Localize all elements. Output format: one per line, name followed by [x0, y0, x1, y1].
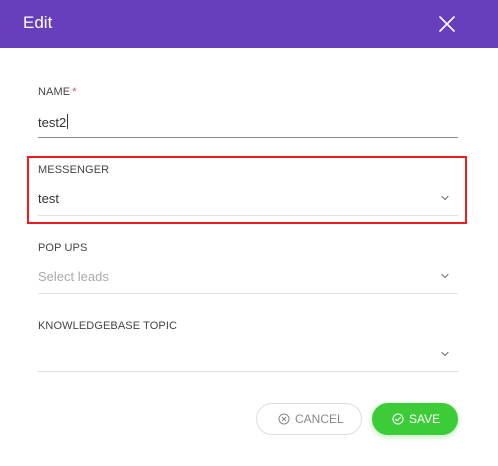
- close-icon: [436, 13, 458, 35]
- name-value-text: test2: [38, 115, 67, 130]
- check-circle-icon: [392, 413, 404, 425]
- name-label: NAME *: [38, 85, 77, 99]
- popups-placeholder: Select leads: [38, 269, 109, 284]
- popups-label: POP UPS: [38, 242, 88, 254]
- cancel-button[interactable]: CANCEL: [256, 403, 362, 435]
- name-input[interactable]: test2: [38, 107, 458, 138]
- name-input-value: test2: [38, 114, 69, 131]
- text-cursor: [67, 114, 69, 129]
- chevron-down-icon: [441, 273, 449, 279]
- popups-select[interactable]: Select leads: [38, 263, 458, 294]
- dialog-title: Edit: [23, 13, 53, 32]
- close-button[interactable]: [436, 13, 458, 35]
- messenger-selected-value: test: [38, 191, 59, 206]
- messenger-label: MESSENGER: [38, 164, 110, 176]
- chevron-down-icon: [441, 351, 449, 357]
- name-label-text: NAME: [38, 86, 71, 98]
- cancel-circle-icon: [278, 413, 290, 425]
- edit-dialog: Edit NAME * test2 MESSENGER test POP UPS…: [0, 0, 498, 466]
- kb-topic-select[interactable]: [38, 341, 458, 372]
- required-mark: *: [72, 86, 77, 98]
- messenger-select[interactable]: test: [38, 185, 458, 216]
- save-button-label: SAVE: [409, 412, 441, 426]
- kb-topic-label: KNOWLEDGEBASE TOPIC: [38, 320, 178, 332]
- save-button[interactable]: SAVE: [372, 403, 458, 435]
- cancel-button-label: CANCEL: [295, 412, 344, 426]
- dialog-header: Edit: [0, 0, 498, 48]
- chevron-down-icon: [441, 195, 449, 201]
